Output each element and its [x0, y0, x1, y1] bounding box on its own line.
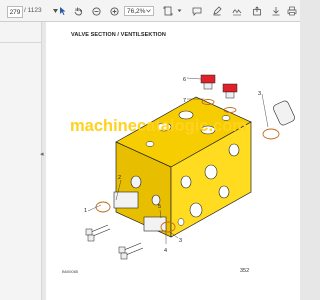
pen-icon	[213, 6, 222, 16]
sidebar-divider	[0, 42, 42, 43]
callout-1: 1	[84, 208, 87, 214]
callout-3-bottom: 3	[179, 238, 182, 244]
save-button[interactable]	[271, 0, 281, 22]
select-tool-button[interactable]	[58, 0, 68, 22]
chevron-down-icon	[146, 9, 151, 13]
valve-section-diagram: 6 7 3 2 1 5 4 3	[84, 74, 295, 260]
fit-page-icon	[163, 6, 173, 16]
fit-page-button[interactable]	[162, 0, 174, 22]
drawing-code: B600085	[62, 269, 79, 274]
callout-7: 7	[183, 98, 186, 104]
printer-icon	[287, 6, 297, 16]
zoom-value: 76,2%	[127, 7, 146, 15]
red-plug-2	[222, 83, 238, 93]
callout-5: 5	[158, 204, 161, 210]
pdf-toolbar: 279 / 1123 76,2%	[0, 0, 300, 22]
zoom-select[interactable]: 76,2%	[124, 6, 154, 16]
hand-icon	[74, 7, 82, 16]
callout-3-top: 3	[258, 91, 261, 97]
print-button[interactable]	[287, 0, 297, 22]
plus-circle-icon	[109, 6, 119, 16]
callout-6: 6	[183, 77, 186, 83]
share-button[interactable]	[252, 0, 262, 22]
fit-options-button[interactable]	[175, 0, 183, 22]
callout-4: 4	[164, 248, 167, 254]
comment-icon	[192, 7, 202, 16]
callout-2: 2	[118, 175, 121, 181]
watermark-text: machinecatalogic.com	[70, 117, 247, 135]
comment-button[interactable]	[192, 0, 202, 22]
red-plug-1	[200, 74, 216, 84]
signature-icon	[232, 9, 242, 16]
page-number: 352	[240, 268, 250, 274]
thumbnail-sidebar	[0, 22, 42, 300]
zoom-in-button[interactable]	[109, 0, 119, 22]
caret-down-icon	[177, 9, 181, 12]
page-number-input[interactable]: 279	[7, 6, 23, 18]
hand-tool-button[interactable]	[73, 0, 83, 22]
cursor-arrow-icon	[60, 7, 66, 15]
share-icon	[253, 6, 261, 16]
page-total: / 1123	[24, 7, 42, 14]
highlight-button[interactable]	[212, 0, 222, 22]
sign-button[interactable]	[232, 0, 242, 22]
sidebar-collapse-button[interactable]: ◂	[40, 150, 44, 158]
download-icon	[272, 7, 280, 16]
pdf-page: VALVE SECTION / VENTILSEKTION 6 7 3 2 1 …	[46, 22, 300, 300]
minus-circle-icon	[91, 6, 101, 16]
zoom-out-button[interactable]	[91, 0, 101, 22]
